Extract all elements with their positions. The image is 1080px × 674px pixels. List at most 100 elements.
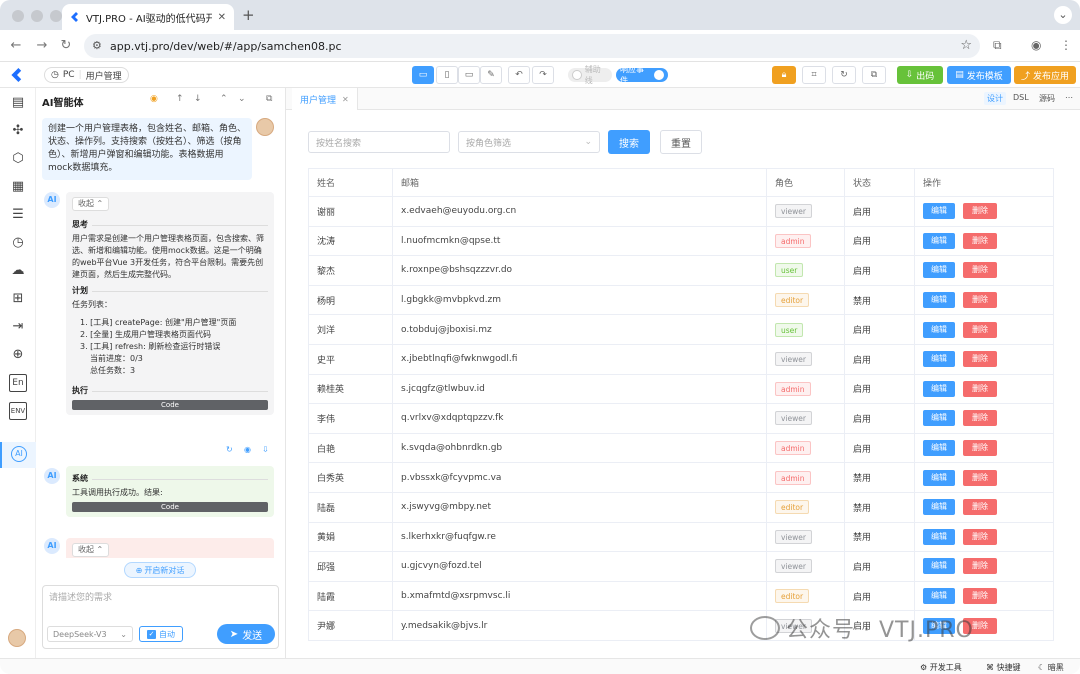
- globe-icon[interactable]: ⊕: [9, 346, 27, 364]
- more-menu-icon[interactable]: ⋮: [1060, 38, 1072, 52]
- delete-button[interactable]: 删除: [963, 321, 997, 338]
- window-minimize-button[interactable]: [31, 10, 43, 22]
- more-icon[interactable]: ⋯: [1062, 92, 1076, 103]
- page-breadcrumb[interactable]: ◷ PC | 用户管理: [44, 67, 129, 83]
- arrow-down-icon[interactable]: ↓: [194, 94, 202, 104]
- export-icon[interactable]: ⇥: [9, 318, 27, 336]
- profile-icon[interactable]: ◉: [1031, 38, 1041, 52]
- auto-checkbox[interactable]: ✓ 自动: [139, 626, 183, 642]
- lock-button[interactable]: 🔒︎: [772, 66, 796, 84]
- edit-button[interactable]: 编辑: [923, 558, 955, 575]
- device-desktop-button[interactable]: ▭: [412, 66, 434, 84]
- download-small-icon[interactable]: ⇩: [262, 445, 269, 454]
- code-block-button[interactable]: Code: [72, 502, 268, 512]
- eye-icon[interactable]: ◉: [150, 94, 158, 104]
- delete-button[interactable]: 删除: [963, 351, 997, 368]
- edit-button[interactable]: 编辑: [923, 351, 955, 368]
- delete-button[interactable]: 删除: [963, 380, 997, 397]
- components-icon[interactable]: ✣: [9, 122, 27, 140]
- api-icon[interactable]: ☁: [9, 262, 27, 280]
- current-user-avatar[interactable]: [8, 629, 26, 647]
- tab-close-icon[interactable]: ✕: [342, 95, 349, 104]
- response-events-switch[interactable]: 响应事件: [616, 65, 668, 85]
- reload-icon[interactable]: ↻: [58, 38, 74, 53]
- collapse-button[interactable]: 收起 ⌃: [72, 197, 110, 211]
- delete-button[interactable]: 删除: [963, 528, 997, 545]
- export-code-button[interactable]: ⇩ 出码: [897, 66, 943, 84]
- arrow-up-icon[interactable]: ↑: [176, 94, 184, 104]
- edit-button[interactable]: 编辑: [923, 232, 955, 249]
- delete-button[interactable]: 删除: [963, 292, 997, 309]
- scan-button[interactable]: ⌗: [802, 66, 826, 84]
- device-tablet-button[interactable]: ▭: [458, 66, 480, 84]
- name-search-input[interactable]: 按姓名搜索: [308, 131, 450, 153]
- outline-icon[interactable]: ☰: [9, 206, 27, 224]
- publish-app-button[interactable]: ⤴ 发布应用: [1014, 66, 1076, 84]
- tab-user-management[interactable]: 用户管理 ✕: [292, 88, 358, 110]
- search-button[interactable]: 搜索: [608, 130, 650, 154]
- delete-button[interactable]: 删除: [963, 558, 997, 575]
- view-icon[interactable]: ◉: [244, 445, 251, 454]
- site-settings-icon[interactable]: ⚙: [92, 39, 102, 52]
- new-chat-button[interactable]: ⊕ 开启新对话: [124, 562, 196, 578]
- ai-agent-rail-item[interactable]: AI: [0, 442, 36, 468]
- mode-dsl-tab[interactable]: DSL: [1010, 92, 1032, 103]
- chat-input[interactable]: [49, 590, 273, 614]
- preview-button[interactable]: ⧉: [862, 66, 886, 84]
- tab-list-chevron-icon[interactable]: ⌄: [1054, 6, 1072, 24]
- delete-button[interactable]: 删除: [963, 232, 997, 249]
- chevron-up-icon[interactable]: ⌃: [220, 94, 228, 104]
- code-block-button[interactable]: Code: [72, 400, 268, 410]
- refresh-button[interactable]: ↻: [832, 66, 856, 84]
- model-select[interactable]: DeepSeek-V3 ⌄: [47, 626, 133, 642]
- reset-button[interactable]: 重置: [660, 130, 702, 154]
- edit-button[interactable]: 编辑: [923, 440, 955, 457]
- delete-button[interactable]: 删除: [963, 499, 997, 516]
- edit-button[interactable]: 编辑: [923, 588, 955, 605]
- blocks-icon[interactable]: ⬡: [9, 150, 27, 168]
- chat-scroll[interactable]: 创建一个用户管理表格，包含姓名、邮箱、角色、状态、操作列。支持搜索（按姓名）、筛…: [36, 112, 286, 558]
- delete-button[interactable]: 删除: [963, 410, 997, 427]
- role-filter-select[interactable]: 按角色筛选 ⌄: [458, 131, 600, 153]
- delete-button[interactable]: 删除: [963, 440, 997, 457]
- edit-button[interactable]: 编辑: [923, 203, 955, 220]
- window-zoom-button[interactable]: [50, 10, 62, 22]
- delete-button[interactable]: 删除: [963, 262, 997, 279]
- bookmark-star-icon[interactable]: ☆: [960, 38, 972, 53]
- chevron-down-icon[interactable]: ⌄: [238, 94, 246, 104]
- brush-button[interactable]: ✎: [480, 66, 502, 84]
- assist-lines-switch[interactable]: 辅助线: [568, 65, 612, 85]
- browser-tab[interactable]: VTJ.PRO - AI驱动的低代码开发 ✕: [62, 4, 234, 30]
- publish-template-button[interactable]: ▤ 发布模板: [947, 66, 1011, 84]
- delete-button[interactable]: 删除: [963, 469, 997, 486]
- retry-icon[interactable]: ↻: [226, 445, 233, 454]
- device-phone-button[interactable]: ▯: [436, 66, 458, 84]
- send-button[interactable]: ➤ 发送: [217, 624, 275, 644]
- devtools-button[interactable]: ⚙ 开发工具: [920, 662, 962, 673]
- extensions-icon[interactable]: ⧉: [993, 38, 1002, 53]
- shortcuts-button[interactable]: ⌘ 快捷键: [986, 662, 1021, 673]
- i18n-en-icon[interactable]: En: [9, 374, 27, 392]
- edit-button[interactable]: 编辑: [923, 292, 955, 309]
- mode-design-tab[interactable]: 设计: [984, 92, 1006, 105]
- edit-button[interactable]: 编辑: [923, 410, 955, 427]
- mode-source-tab[interactable]: 源码: [1036, 92, 1058, 105]
- window-close-button[interactable]: [12, 10, 24, 22]
- edit-button[interactable]: 编辑: [923, 469, 955, 486]
- edit-button[interactable]: 编辑: [923, 262, 955, 279]
- delete-button[interactable]: 删除: [963, 588, 997, 605]
- history-icon[interactable]: ◷: [9, 234, 27, 252]
- collapse-button[interactable]: 收起 ⌃: [72, 543, 110, 557]
- forward-arrow-icon[interactable]: →: [34, 38, 50, 53]
- edit-button[interactable]: 编辑: [923, 380, 955, 397]
- new-tab-icon[interactable]: +: [242, 6, 255, 24]
- back-arrow-icon[interactable]: ←: [8, 38, 24, 53]
- delete-button[interactable]: 删除: [963, 203, 997, 220]
- url-field[interactable]: ⚙ app.vtj.pro/dev/web/#/app/samchen08.pc…: [84, 34, 980, 58]
- undo-button[interactable]: ↶: [508, 66, 530, 84]
- pages-icon[interactable]: ▤: [9, 94, 27, 112]
- edit-button[interactable]: 编辑: [923, 499, 955, 516]
- apps-grid-icon[interactable]: ⊞: [9, 290, 27, 308]
- copy-panel-icon[interactable]: ⧉: [266, 94, 272, 104]
- edit-button[interactable]: 编辑: [923, 528, 955, 545]
